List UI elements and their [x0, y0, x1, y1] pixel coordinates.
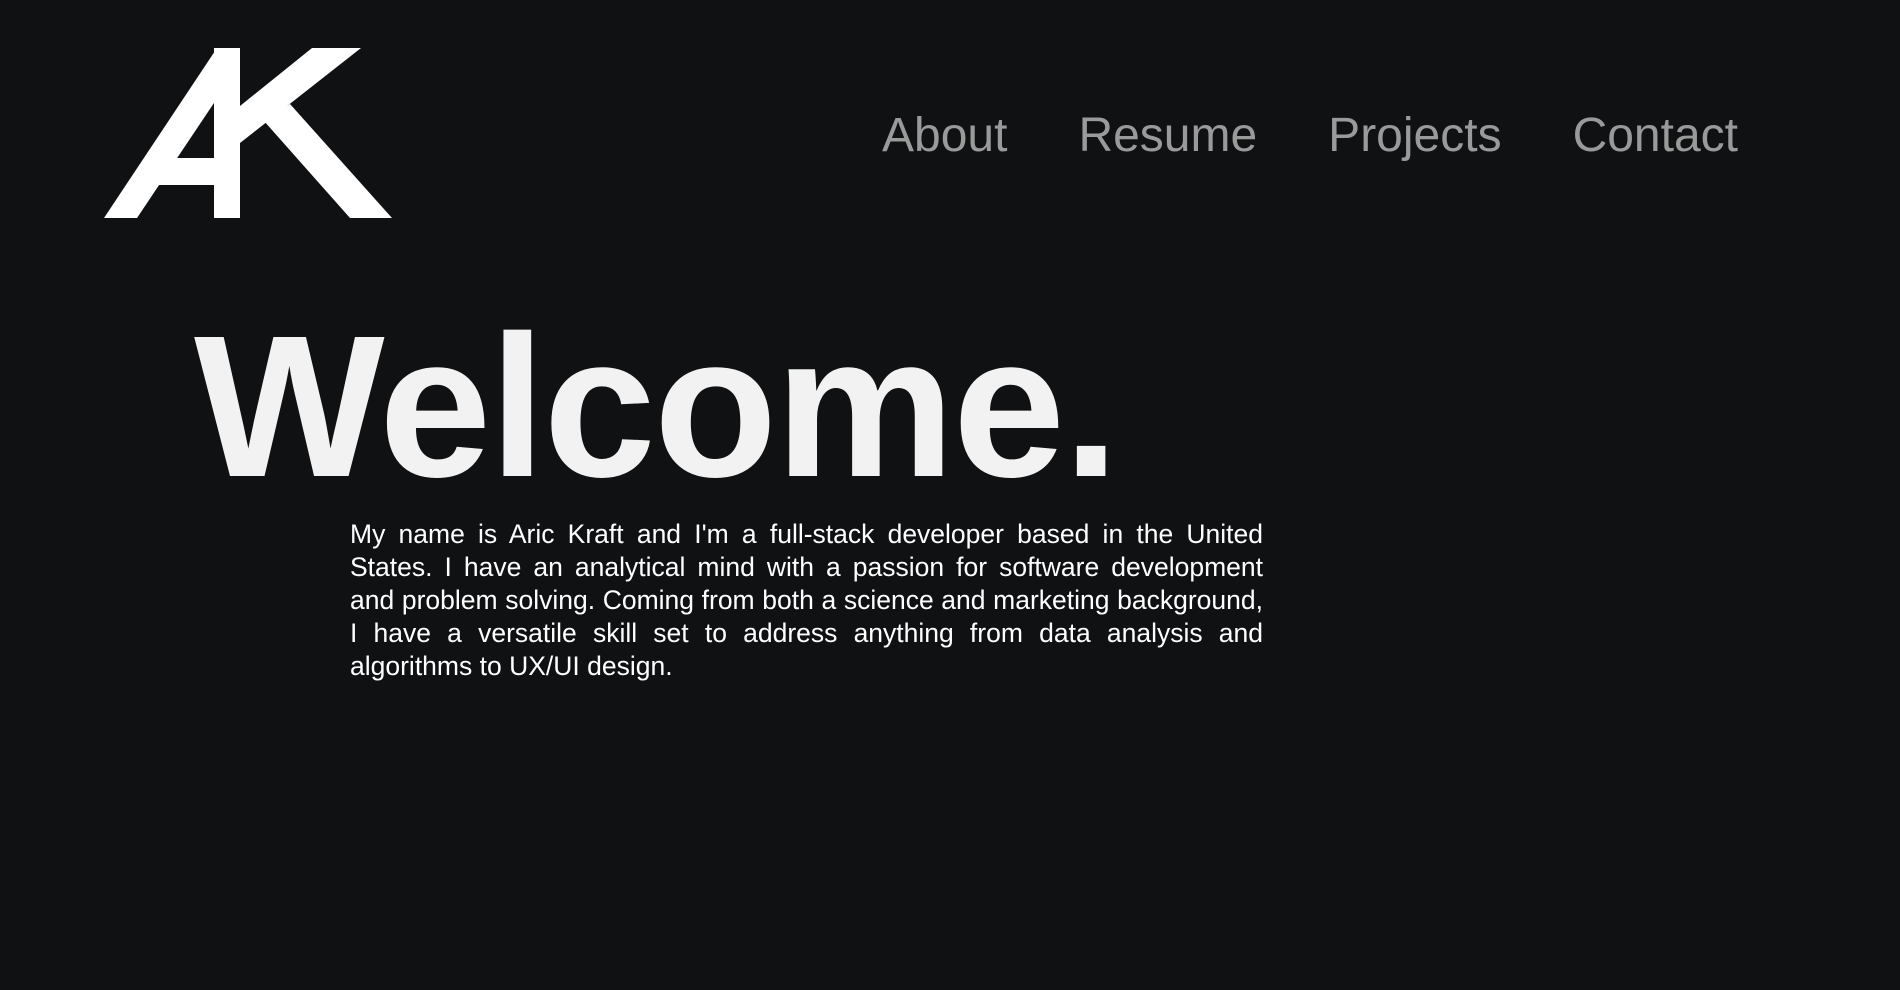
hero-title: Welcome.: [194, 293, 1119, 519]
nav-about-link[interactable]: About: [882, 108, 1007, 164]
page: About Resume Projects Contact Welcome. M…: [0, 0, 1900, 990]
nav-contact-link[interactable]: Contact: [1573, 108, 1738, 164]
main-nav: About Resume Projects Contact: [882, 106, 1738, 166]
ak-logo-mark: [104, 48, 392, 218]
nav-resume-link[interactable]: Resume: [1078, 108, 1257, 164]
logo[interactable]: [104, 48, 394, 220]
intro-paragraph: My name is Aric Kraft and I'm a full-sta…: [350, 519, 1263, 681]
nav-projects-link[interactable]: Projects: [1328, 108, 1501, 164]
